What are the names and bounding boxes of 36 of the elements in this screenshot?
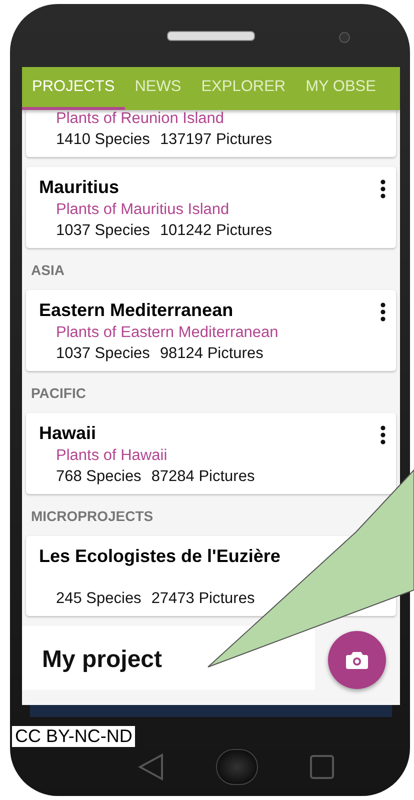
species-count: 768 Species [56, 468, 142, 486]
section-heading: PACIFIC [30, 384, 87, 403]
camera-icon [339, 32, 350, 43]
camera-icon [346, 651, 368, 669]
project-card[interactable]: Hawaii Plants of Hawaii 768 Species 87284 Pictures [26, 413, 396, 494]
pictures-count: 137197 Pictures [160, 131, 272, 149]
project-subtitle: Plants of Eastern Mediterranean [55, 324, 280, 342]
species-count: 1037 Species [56, 345, 150, 363]
project-title: Hawaii [39, 423, 98, 444]
camera-button[interactable] [328, 631, 386, 689]
project-card[interactable]: Plants of Reunion Island 1410 Species 137197 Pictures [26, 110, 396, 157]
speaker-grille-icon [167, 30, 255, 40]
project-title: Les Ecologistes de l'Euzière [39, 546, 282, 567]
more-options-icon[interactable] [380, 425, 386, 445]
section-heading: ASIA [30, 261, 66, 280]
pictures-count: 87284 Pictures [151, 468, 255, 486]
recents-icon[interactable] [310, 754, 334, 778]
section-heading: MICROPROJECTS [30, 507, 154, 526]
pictures-count: 98124 Pictures [160, 345, 264, 363]
callout-label: My project [22, 626, 315, 690]
species-count: 245 Species [56, 590, 142, 608]
more-options-icon[interactable] [380, 302, 386, 322]
project-title: Eastern Mediterranean [39, 300, 234, 321]
project-subtitle: Plants of Reunion Island [55, 110, 226, 128]
project-subtitle: Plants of Mauritius Island [55, 201, 230, 219]
back-icon[interactable] [138, 752, 164, 780]
species-count: 1037 Species [56, 222, 150, 240]
project-subtitle: Plants of Hawaii [55, 447, 168, 465]
more-options-icon[interactable] [380, 179, 386, 199]
pictures-count: 27473 Pictures [151, 590, 255, 608]
project-title: Mauritius [39, 177, 120, 198]
project-card[interactable]: Mauritius Plants of Mauritius Island 1037 Species 101242 Pictures [26, 167, 396, 248]
project-card[interactable]: Eastern Mediterranean Plants of Eastern Mediterranean 1037 Species 98124 Pictures [26, 290, 396, 371]
license-text: CC BY-NC-ND [12, 726, 136, 747]
pictures-count: 101242 Pictures [160, 222, 272, 240]
species-count: 1410 Species [56, 131, 150, 149]
